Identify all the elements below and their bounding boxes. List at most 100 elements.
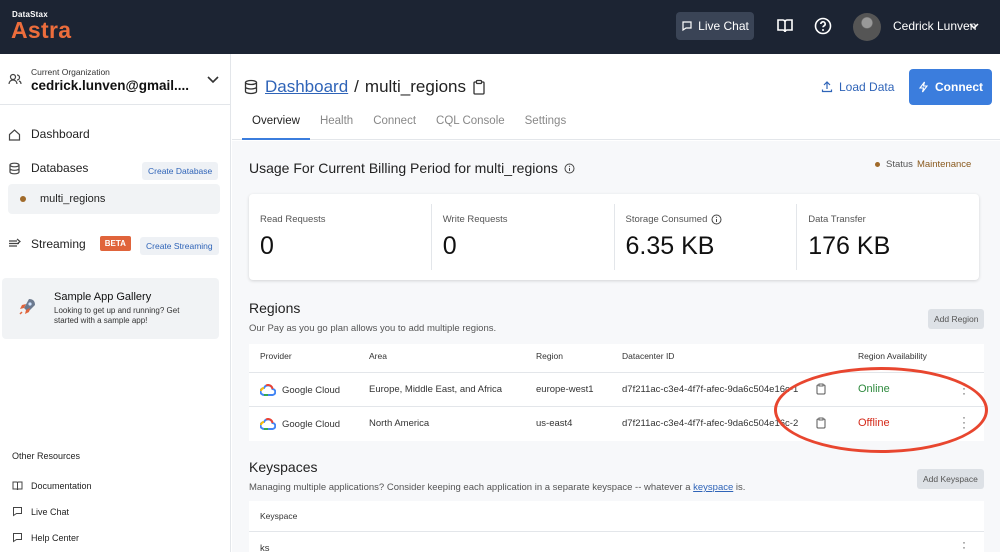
metric-data-transfer: Data Transfer 176 KB [797, 204, 979, 270]
link-help-center[interactable]: Help Center [12, 532, 79, 543]
sidebar-item-label: Databases [31, 161, 89, 175]
org-email[interactable]: cedrick.lunven@gmail.... [31, 78, 189, 93]
table-row: ks · · · [249, 531, 984, 552]
breadcrumb-separator: / [354, 77, 359, 96]
usage-title: Usage For Current Billing Period for mul… [249, 160, 575, 176]
people-icon [8, 73, 22, 85]
region-cell: europe-west1 [536, 384, 594, 395]
usage-metrics-card: Read Requests 0 Write Requests 0 Storage… [249, 194, 979, 280]
load-data-button[interactable]: Load Data [821, 80, 894, 94]
status-dot [20, 196, 26, 202]
sidebar-item-label: Dashboard [31, 127, 90, 141]
column-header: Provider [260, 351, 292, 361]
tab-cql-console[interactable]: CQL Console [426, 114, 515, 140]
info-icon[interactable] [564, 163, 575, 174]
keyspaces-desc-suffix: is. [733, 482, 746, 493]
help-icon[interactable] [813, 16, 833, 36]
metric-label: Write Requests [442, 214, 508, 225]
database-icon [244, 79, 258, 95]
status-badge: Status Maintenance [875, 159, 971, 170]
rocket-icon [19, 299, 35, 315]
gallery-subtitle: Looking to get up and running? Get start… [54, 306, 180, 325]
book-icon [12, 481, 23, 491]
main-header: Dashboard / multi_regions Load Data Conn… [232, 54, 1000, 140]
column-header: Keyspace [260, 511, 298, 521]
gallery-title: Sample App Gallery [54, 291, 152, 303]
status-dot [875, 162, 880, 167]
overview-content: Usage For Current Billing Period for mul… [232, 141, 1000, 552]
keyspaces-title: Keyspaces [249, 459, 318, 475]
usage-title-text: Usage For Current Billing Period for mul… [249, 160, 558, 176]
live-chat-label: Live Chat [698, 19, 749, 33]
metric-value: 176 KB [808, 232, 891, 260]
keyspaces-desc-text: Managing multiple applications? Consider… [249, 482, 694, 493]
metric-storage-consumed: Storage Consumed 6.35 KB [615, 204, 798, 270]
column-header: Datacenter ID [622, 351, 675, 361]
home-icon [8, 128, 21, 141]
breadcrumb: Dashboard / multi_regions [243, 77, 486, 97]
keyspaces-description: Managing multiple applications? Consider… [249, 482, 745, 493]
provider-cell: Google Cloud [260, 418, 340, 430]
status-value: Maintenance [916, 159, 972, 170]
sidebar-item-label: Streaming [31, 236, 86, 251]
metric-read-requests: Read Requests 0 [249, 204, 432, 270]
provider-name: Google Cloud [282, 418, 341, 430]
lightning-icon [918, 81, 929, 93]
chat-bubble-icon [682, 21, 692, 32]
beta-badge: BETA [99, 236, 131, 251]
book-icon[interactable] [775, 16, 795, 36]
upload-icon [821, 81, 833, 93]
area-cell: Europe, Middle East, and Africa [369, 384, 503, 395]
column-header: Region Availability [858, 351, 927, 361]
link-label: Help Center [31, 532, 80, 543]
sidebar-item-dashboard[interactable]: Dashboard [8, 127, 90, 141]
help-icon [13, 533, 22, 543]
regions-title: Regions [249, 300, 301, 316]
status-label: Status [886, 159, 913, 170]
metric-value: 6.35 KB [625, 232, 715, 260]
sidebar-item-multi-regions[interactable]: multi_regions [8, 184, 220, 214]
connect-button[interactable]: Connect [909, 69, 992, 105]
regions-description: Our Pay as you go plan allows you to add… [249, 323, 497, 334]
tab-connect[interactable]: Connect [363, 114, 426, 140]
tab-settings[interactable]: Settings [515, 114, 577, 140]
chevron-down-icon[interactable] [206, 72, 220, 86]
link-documentation[interactable]: Documentation [12, 480, 92, 491]
live-chat-button[interactable]: Live Chat [676, 12, 754, 40]
link-label: Documentation [31, 480, 92, 491]
column-header: Region [536, 351, 563, 361]
area-cell: North America [369, 418, 430, 429]
google-cloud-icon [260, 418, 276, 430]
datacenter-id-cell: d7f211ac-c3e4-4f7f-afec-9da6c504e16c-2 [622, 418, 799, 429]
other-resources-heading: Other Resources [12, 451, 81, 461]
brand-astra-logo[interactable]: Astra [11, 17, 71, 44]
tab-overview[interactable]: Overview [242, 114, 310, 140]
row-menu-icon[interactable]: · · · [962, 536, 966, 552]
sidebar-item-databases[interactable]: Databases [8, 161, 88, 175]
tab-health[interactable]: Health [310, 114, 363, 140]
link-live-chat[interactable]: Live Chat [12, 506, 69, 517]
metric-label: Data Transfer [808, 214, 866, 225]
page-title: multi_regions [364, 77, 467, 96]
metric-write-requests: Write Requests 0 [432, 204, 615, 270]
info-icon[interactable] [711, 214, 722, 225]
top-bar: DataStax Astra Live Chat Cedrick Lunven [0, 0, 1000, 54]
avatar[interactable] [853, 13, 881, 41]
clipboard-icon[interactable] [472, 79, 486, 95]
add-keyspace-button[interactable]: Add Keyspace [917, 469, 984, 489]
chevron-down-icon[interactable] [969, 18, 979, 34]
user-name[interactable]: Cedrick Lunven [893, 19, 976, 33]
metric-label: Read Requests [260, 214, 326, 225]
tab-bar: Overview Health Connect CQL Console Sett… [242, 114, 576, 140]
streaming-icon [9, 238, 21, 247]
load-data-label: Load Data [839, 80, 895, 94]
metric-label: Storage Consumed [625, 214, 708, 225]
metric-value: 0 [442, 232, 457, 260]
add-region-button[interactable]: Add Region [928, 309, 985, 329]
keyspace-help-link[interactable]: keyspace [693, 482, 733, 493]
create-database-button[interactable]: Create Database [142, 162, 219, 180]
sample-app-gallery-card[interactable]: Sample App Gallery Looking to get up and… [2, 278, 219, 339]
create-streaming-button[interactable]: Create Streaming [140, 237, 219, 255]
sidebar-item-streaming[interactable]: Streaming BETA [8, 236, 131, 251]
breadcrumb-dashboard-link[interactable]: Dashboard [265, 77, 348, 97]
